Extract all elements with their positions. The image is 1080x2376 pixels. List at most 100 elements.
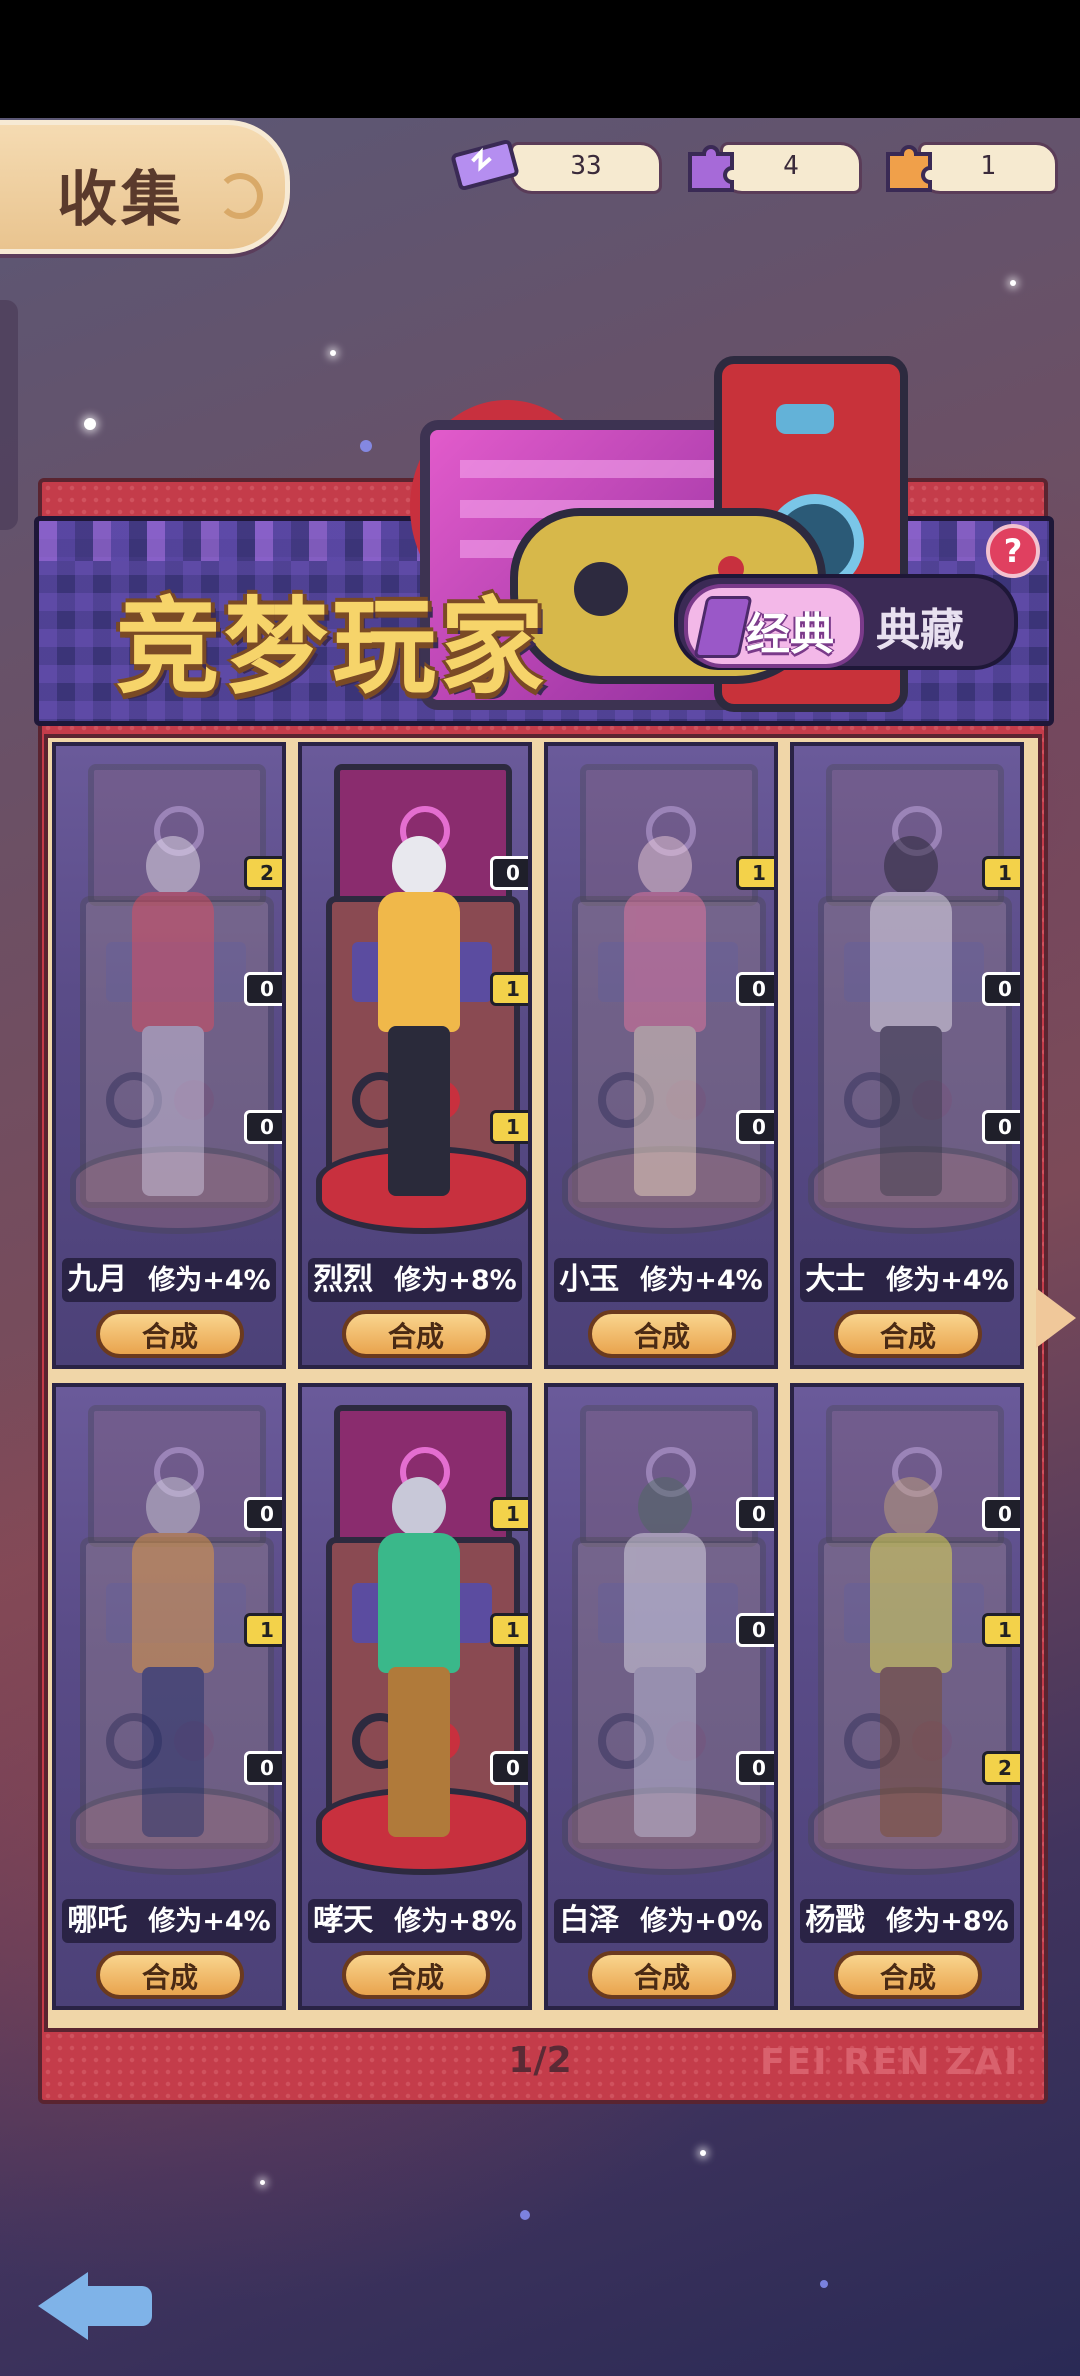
character-bonus: 修为+8% (886, 1906, 1009, 1937)
page-title: 收集 (57, 165, 185, 235)
character-figure (368, 836, 468, 1216)
merge-button[interactable]: 合成 (96, 1951, 244, 1999)
merge-button[interactable]: 合成 (588, 1310, 736, 1358)
shard-count-badge: 1 (736, 856, 774, 890)
character-bonus: 修为+8% (394, 1265, 517, 1296)
character-name-bar: 哮天 修为+8% (308, 1899, 522, 1943)
shard-count-badge: 0 (736, 1613, 774, 1647)
character-card[interactable]: 0 1 0 哪吒 修为+4% 合成 (52, 1383, 286, 2010)
character-name: 杨戬 (805, 1903, 866, 1938)
shard-count-badge: 2 (982, 1751, 1020, 1785)
currency-ticket: 33 (510, 142, 662, 194)
back-button[interactable] (38, 2262, 158, 2342)
tab-classic[interactable]: 经典 (684, 584, 864, 668)
character-name: 九月 (67, 1262, 128, 1297)
shard-count-badge: 1 (490, 1110, 528, 1144)
next-page-arrow-icon[interactable] (1036, 1288, 1076, 1348)
character-card[interactable]: 2 0 0 九月 修为+4% 合成 (52, 742, 286, 1369)
character-name-bar: 九月 修为+4% (62, 1258, 276, 1302)
shard-count-badge: 0 (736, 1497, 774, 1531)
character-card[interactable]: 1 0 0 小玉 修为+4% 合成 (544, 742, 778, 1369)
character-card[interactable]: 0 0 0 白泽 修为+0% 合成 (544, 1383, 778, 2010)
merge-button[interactable]: 合成 (834, 1310, 982, 1358)
star-decoration (330, 350, 336, 356)
character-figure (368, 1477, 468, 1857)
merge-button[interactable]: 合成 (588, 1951, 736, 1999)
page-title-tab: 收集 (0, 120, 290, 254)
card-grid: 2 0 0 九月 修为+4% 合成 0 1 1 烈烈 修为+8% 合成 1 0 0 小玉 修为+4% 合成 1… (44, 734, 1042, 2032)
merge-button[interactable]: 合成 (96, 1310, 244, 1358)
orange-puzzle-icon (886, 145, 932, 192)
set-toggle[interactable]: 经典 典藏 (674, 574, 1018, 670)
shard-count-badge: 0 (736, 1110, 774, 1144)
card-icon (693, 596, 753, 658)
merge-button[interactable]: 合成 (834, 1951, 982, 1999)
star-decoration (520, 2210, 530, 2220)
star-decoration (84, 418, 96, 430)
shard-count-badge: 0 (244, 1110, 282, 1144)
character-name: 大士 (805, 1262, 866, 1297)
shard-count-badge: 0 (982, 1497, 1020, 1531)
character-bonus: 修为+4% (640, 1265, 763, 1296)
character-card[interactable]: 1 1 0 哮天 修为+8% 合成 (298, 1383, 532, 2010)
merge-button[interactable]: 合成 (342, 1951, 490, 1999)
character-bonus: 修为+4% (148, 1265, 271, 1296)
shard-count-badge: 0 (244, 1497, 282, 1531)
shard-count-badge: 1 (982, 856, 1020, 890)
character-name-bar: 大士 修为+4% (800, 1258, 1014, 1302)
shard-count-badge: 0 (982, 972, 1020, 1006)
shard-count-badge: 2 (244, 856, 282, 890)
back-arrow-icon (38, 2272, 88, 2340)
character-figure (614, 1477, 714, 1857)
character-card[interactable]: 0 1 2 杨戬 修为+8% 合成 (790, 1383, 1024, 2010)
shard-count-badge: 1 (244, 1613, 282, 1647)
character-card[interactable]: 1 0 0 大士 修为+4% 合成 (790, 742, 1024, 1369)
character-figure (614, 836, 714, 1216)
star-decoration (700, 2150, 706, 2156)
shard-count-badge: 1 (982, 1613, 1020, 1647)
star-decoration (260, 2180, 265, 2185)
character-bonus: 修为+4% (148, 1906, 271, 1937)
star-decoration (820, 2280, 828, 2288)
shard-count-badge: 0 (736, 1751, 774, 1785)
purple-puzzle-icon (688, 145, 734, 192)
character-figure (122, 1477, 222, 1857)
character-name-bar: 杨戬 修为+8% (800, 1899, 1014, 1943)
shard-count-badge: 0 (736, 972, 774, 1006)
status-bar-area (0, 0, 1080, 118)
star-decoration (360, 440, 372, 452)
tab-classic-label: 经典 (746, 609, 834, 660)
tab-collection[interactable]: 典藏 (876, 594, 964, 658)
character-bonus: 修为+0% (640, 1906, 763, 1937)
watermark-text: FEI REN ZAI (760, 2042, 1020, 2083)
shard-count-badge: 0 (490, 1751, 528, 1785)
set-title: 竞梦玩家 (116, 586, 549, 708)
character-name: 烈烈 (313, 1262, 374, 1297)
character-name-bar: 白泽 修为+0% (554, 1899, 768, 1943)
shard-count-badge: 0 (982, 1110, 1020, 1144)
help-button[interactable]: ? (986, 524, 1040, 578)
character-figure (122, 836, 222, 1216)
shard-count-badge: 1 (490, 972, 528, 1006)
swirl-decoration-icon (217, 173, 263, 219)
side-drawer-handle[interactable] (0, 300, 18, 530)
character-name: 小玉 (559, 1262, 620, 1297)
ticket-icon (451, 139, 519, 191)
character-name-bar: 烈烈 修为+8% (308, 1258, 522, 1302)
character-name-bar: 哪吒 修为+4% (62, 1899, 276, 1943)
character-bonus: 修为+4% (886, 1265, 1009, 1296)
shard-count-badge: 0 (244, 1751, 282, 1785)
merge-button[interactable]: 合成 (342, 1310, 490, 1358)
currency-value: 33 (570, 151, 602, 181)
character-card[interactable]: 0 1 1 烈烈 修为+8% 合成 (298, 742, 532, 1369)
character-name: 哮天 (313, 1903, 374, 1938)
shard-count-badge: 0 (244, 972, 282, 1006)
shard-count-badge: 1 (490, 1497, 528, 1531)
character-bonus: 修为+8% (394, 1906, 517, 1937)
shard-count-badge: 0 (490, 856, 528, 890)
shard-count-badge: 1 (490, 1613, 528, 1647)
character-figure (860, 1477, 960, 1857)
character-name: 哪吒 (67, 1903, 128, 1938)
star-decoration (1010, 280, 1016, 286)
character-name-bar: 小玉 修为+4% (554, 1258, 768, 1302)
